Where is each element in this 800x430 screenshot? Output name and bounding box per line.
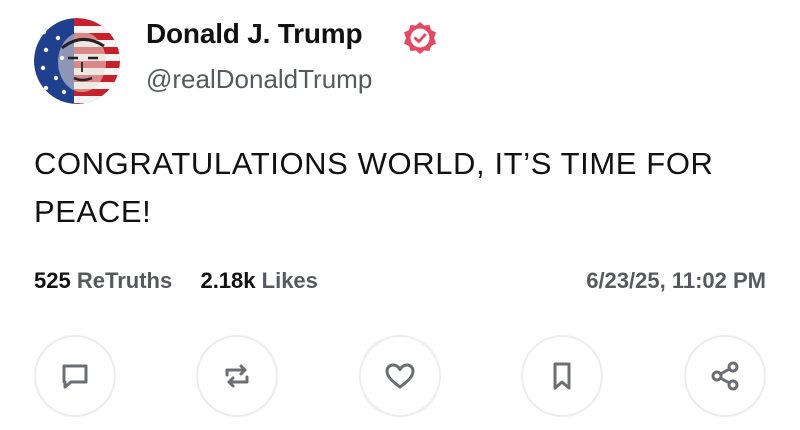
share-button[interactable] xyxy=(684,335,766,417)
avatar[interactable] xyxy=(34,18,120,104)
author-handle[interactable]: @realDonaldTrump xyxy=(146,64,372,95)
share-icon xyxy=(711,361,739,391)
likes-label[interactable]: Likes xyxy=(262,268,318,293)
bookmark-icon xyxy=(553,362,571,390)
action-bar xyxy=(34,335,766,417)
author-display-name[interactable]: Donald J. Trump xyxy=(146,18,363,50)
likes-count[interactable]: 2.18k xyxy=(200,268,255,293)
truth-post: Donald J. Trump @realDonaldTrump CONGRAT… xyxy=(0,0,800,430)
repost-icon xyxy=(225,364,249,388)
heart-icon xyxy=(385,363,415,389)
like-button[interactable] xyxy=(359,335,441,417)
post-stats: 525 ReTruths 2.18k Likes xyxy=(34,268,318,294)
post-text: CONGRATULATIONS WORLD, IT’S TIME FOR PEA… xyxy=(34,146,714,229)
bookmark-button[interactable] xyxy=(521,335,603,417)
post-timestamp: 6/23/25, 11:02 PM xyxy=(586,268,766,293)
retruths-label[interactable]: ReTruths xyxy=(77,268,172,293)
comment-icon xyxy=(62,364,88,389)
flag-portrait-avatar-icon xyxy=(34,18,120,104)
retruths-count[interactable]: 525 xyxy=(34,268,71,293)
reply-button[interactable] xyxy=(34,335,116,417)
verified-badge-icon xyxy=(404,22,436,54)
retruth-button[interactable] xyxy=(196,335,278,417)
